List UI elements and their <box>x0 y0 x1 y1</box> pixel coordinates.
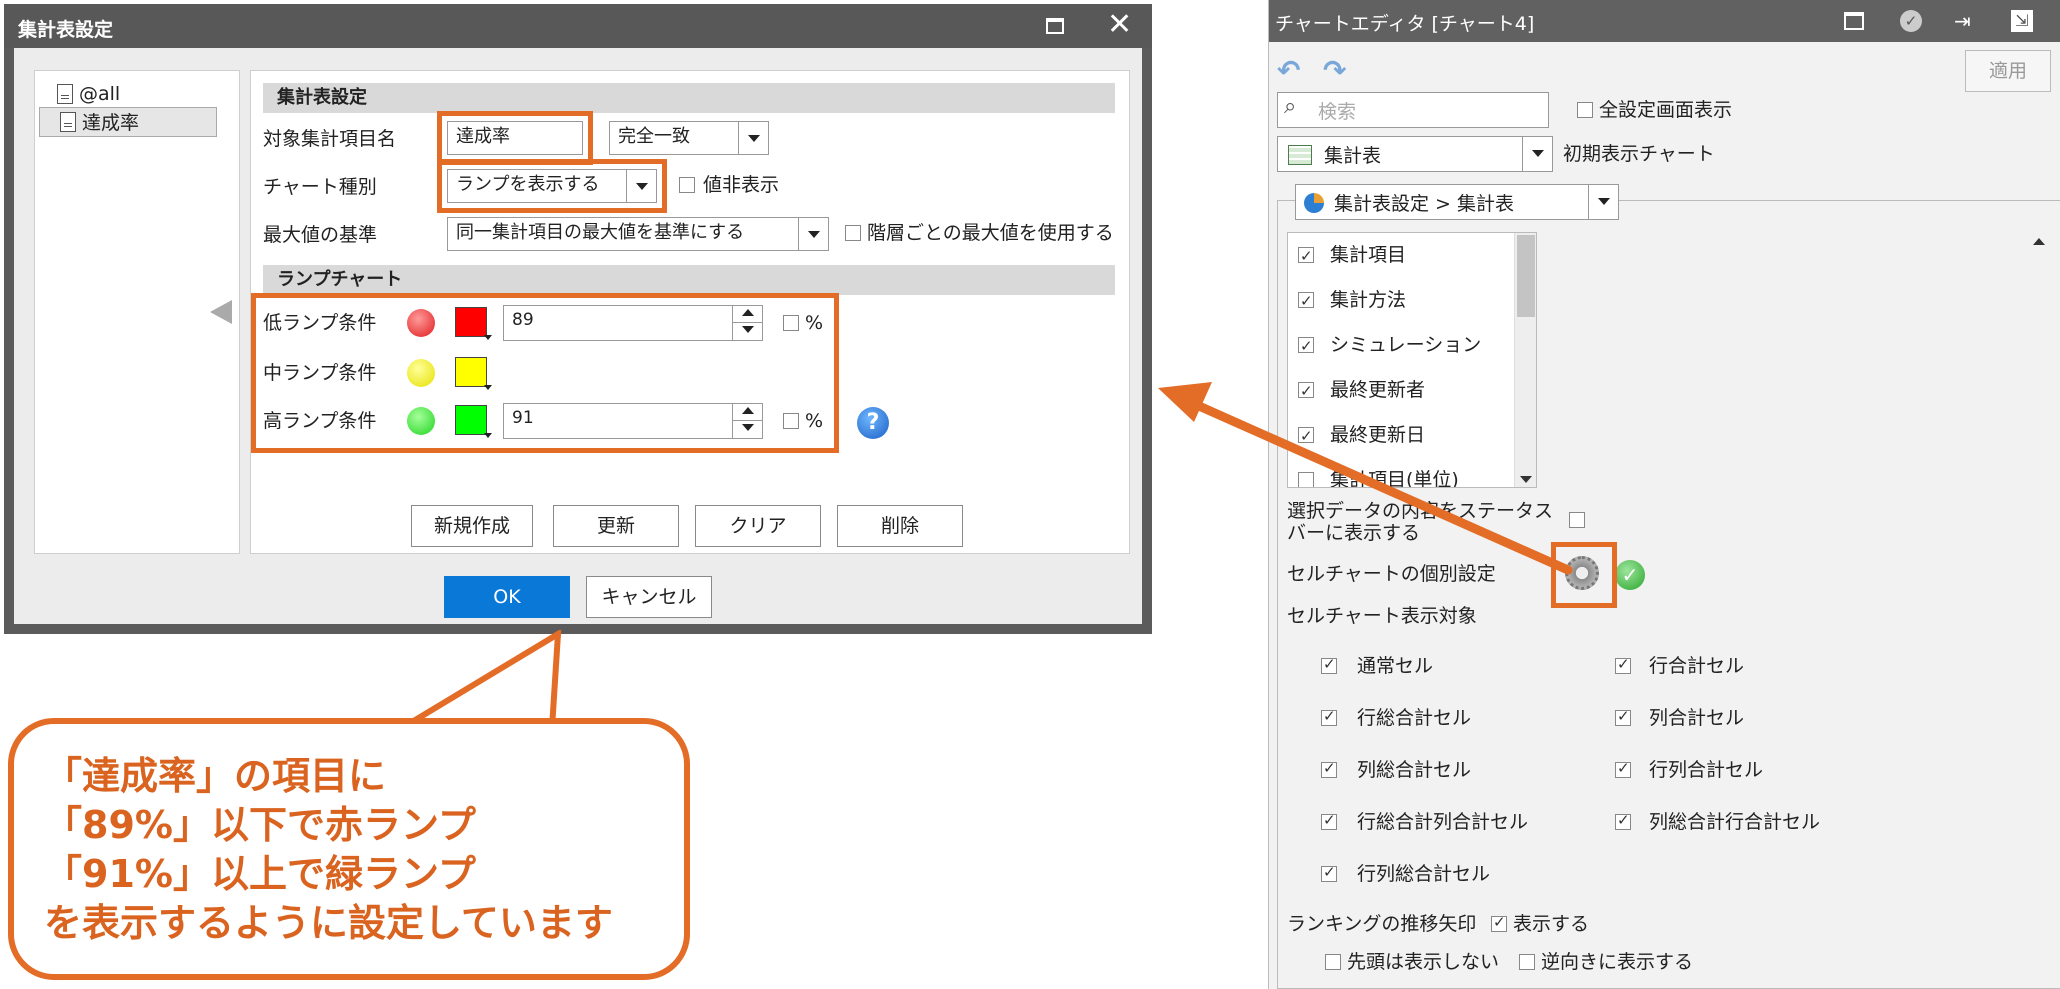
callout-line: 「達成率」の項目に <box>44 754 387 798</box>
callout-line: を表示するように設定しています <box>44 901 613 945</box>
callout-line: 「91%」以上で緑ランプ <box>44 852 476 896</box>
callout-tail <box>392 630 562 730</box>
callout-text: 「達成率」の項目に 「89%」以下で赤ランプ 「91%」以上で緑ランプ を表示す… <box>44 752 684 948</box>
callout-line: 「89%」以下で赤ランプ <box>44 803 476 847</box>
callout-box: 「達成率」の項目に 「89%」以下で赤ランプ 「91%」以上で緑ランプ を表示す… <box>8 718 690 980</box>
